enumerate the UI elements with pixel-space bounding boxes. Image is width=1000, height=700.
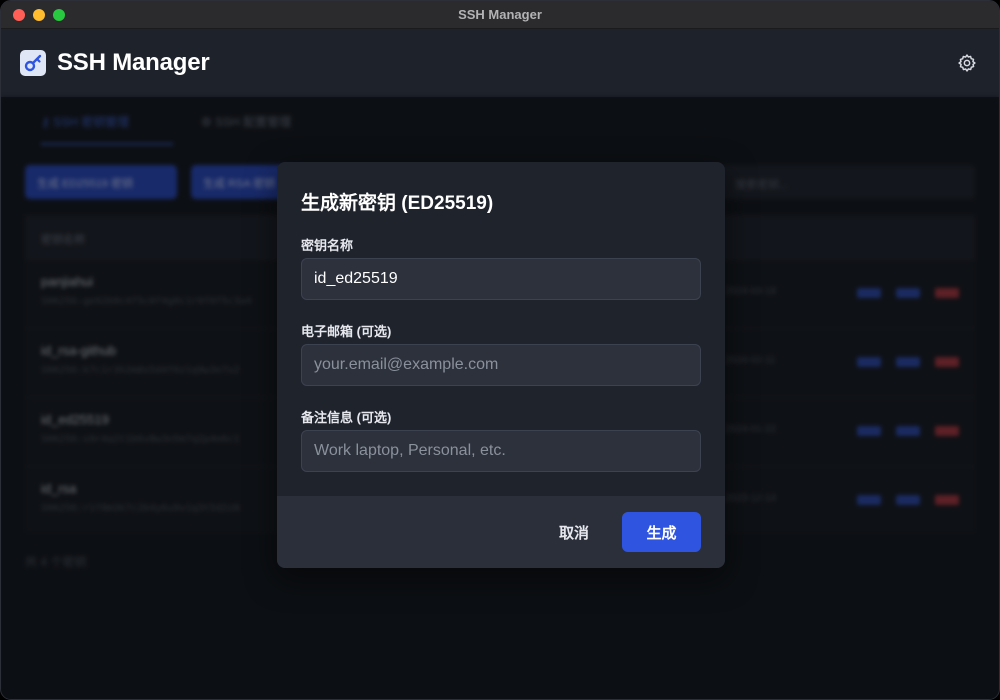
- generate-button[interactable]: 生成: [622, 512, 701, 552]
- dialog-footer: 取消 生成: [277, 496, 725, 568]
- cancel-button[interactable]: 取消: [543, 512, 605, 552]
- key-icon: [20, 50, 46, 76]
- window-title: SSH Manager: [458, 7, 542, 22]
- settings-button[interactable]: [957, 53, 977, 73]
- app-header: SSH Manager: [1, 29, 999, 97]
- app-name: SSH Manager: [57, 49, 210, 76]
- key-name-input[interactable]: [301, 258, 701, 300]
- comment-input[interactable]: [301, 430, 701, 472]
- window-titlebar: SSH Manager: [1, 1, 999, 29]
- email-input[interactable]: [301, 344, 701, 386]
- email-label: 电子邮箱 (可选): [301, 324, 392, 339]
- key-name-label: 密钥名称: [301, 238, 354, 253]
- gear-icon: [958, 54, 976, 72]
- comment-label: 备注信息 (可选): [301, 410, 392, 425]
- generate-key-dialog: 生成新密钥 (ED25519) 密钥名称 电子邮箱 (可选) 备注信息 (可选)…: [277, 162, 725, 568]
- app-window: SSH Manager SSH Manager ⚷ SSH 密钥管理 ⚙ SSH…: [0, 0, 1000, 700]
- dialog-title: 生成新密钥 (ED25519): [301, 193, 494, 214]
